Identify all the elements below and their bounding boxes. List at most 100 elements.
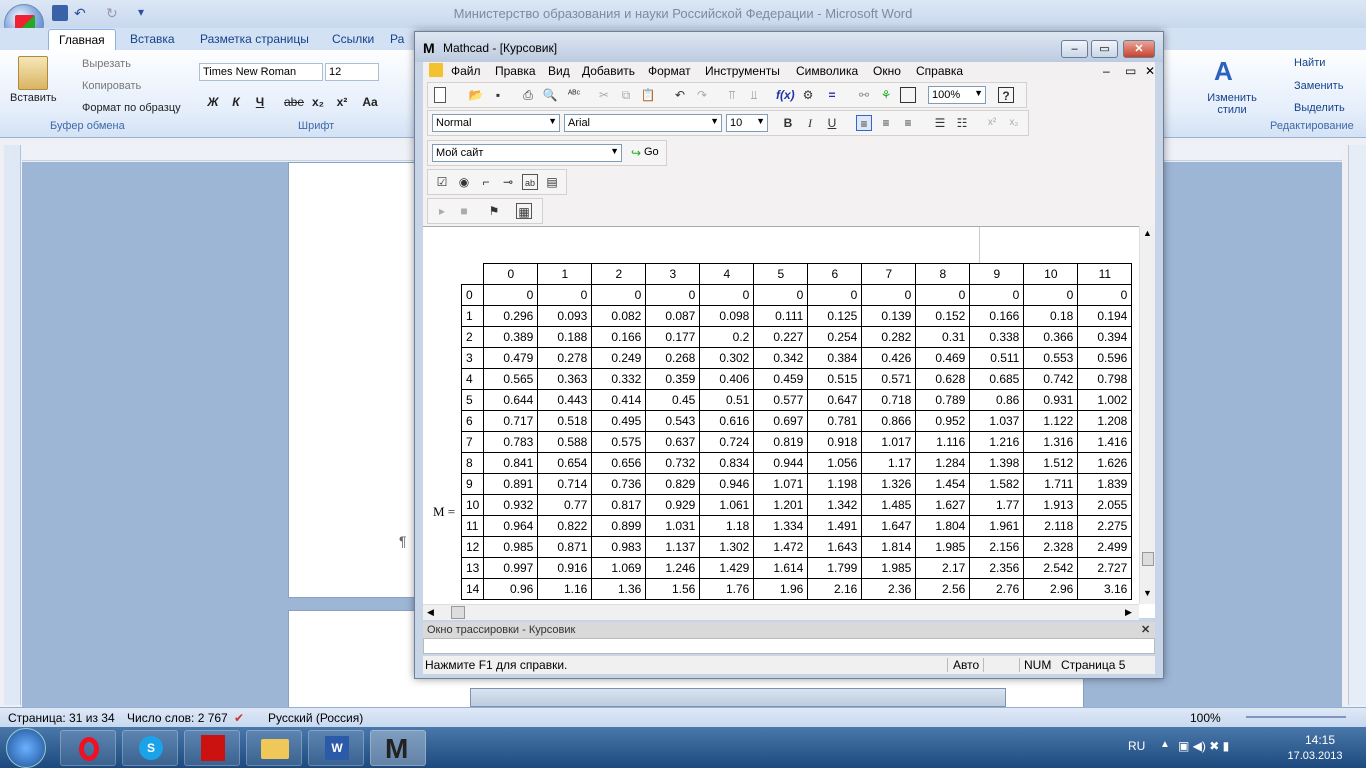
menu-window[interactable]: Окно bbox=[873, 64, 901, 78]
trace-close-icon[interactable]: ✕ bbox=[1141, 623, 1150, 636]
change-styles-button[interactable]: Изменить стили bbox=[1204, 92, 1260, 116]
help-icon[interactable]: ? bbox=[998, 87, 1014, 103]
align-left-icon[interactable]: ≡ bbox=[856, 115, 872, 131]
align-down-icon[interactable]: ⫫ bbox=[746, 87, 762, 103]
input-language[interactable]: RU bbox=[1128, 739, 1145, 753]
styles-icon[interactable]: A bbox=[1214, 56, 1248, 90]
zoom-select[interactable]: 100% ▼ bbox=[928, 86, 986, 104]
worksheet-vertical-scrollbar[interactable]: ▲ ▼ bbox=[1139, 226, 1155, 604]
word-taskbar-icon[interactable]: W bbox=[308, 730, 364, 766]
spellcheck-icon[interactable]: ᴬᴮᶜ bbox=[566, 87, 582, 103]
scroll-right-icon[interactable]: ▶ bbox=[1125, 607, 1132, 618]
page-count[interactable]: Страница: 31 из 34 bbox=[8, 711, 115, 725]
numbering-icon[interactable]: ☷ bbox=[954, 115, 970, 131]
play-icon[interactable]: ▸ bbox=[434, 203, 450, 219]
save-icon[interactable] bbox=[52, 5, 68, 21]
menu-format[interactable]: Формат bbox=[648, 64, 691, 78]
proofing-icon[interactable]: ✔ bbox=[234, 711, 244, 725]
find-button[interactable]: Найти bbox=[1294, 57, 1325, 69]
undo-icon[interactable]: ↶ bbox=[672, 87, 688, 103]
tab-home[interactable]: Главная bbox=[48, 29, 116, 50]
italic-icon[interactable]: I bbox=[802, 115, 818, 131]
insert-unit-icon[interactable]: ⚙ bbox=[800, 87, 816, 103]
calculate-icon[interactable]: = bbox=[824, 87, 840, 103]
document-page[interactable]: ¶ bbox=[288, 162, 416, 598]
explorer-icon[interactable] bbox=[246, 730, 302, 766]
trace-window-body[interactable] bbox=[423, 638, 1155, 654]
redo-icon[interactable]: ↷ bbox=[694, 87, 710, 103]
align-center-icon[interactable]: ≡ bbox=[878, 115, 894, 131]
undo-icon[interactable]: ↶ bbox=[74, 5, 90, 21]
stop-icon[interactable]: ■ bbox=[456, 203, 472, 219]
size-select[interactable]: 10 ▼ bbox=[726, 114, 768, 132]
paste-icon[interactable] bbox=[18, 56, 48, 90]
slider-icon[interactable]: ⊸ bbox=[500, 174, 516, 190]
font-select[interactable]: Arial ▼ bbox=[564, 114, 722, 132]
trace-window-icon[interactable]: ▦ bbox=[516, 203, 532, 219]
listbox-icon[interactable]: ▤ bbox=[544, 174, 560, 190]
italic-button[interactable]: К bbox=[226, 92, 246, 112]
superscript-icon[interactable]: x² bbox=[984, 115, 1000, 131]
tray-icons[interactable]: ▣ ◀) ✖ ▮ bbox=[1178, 739, 1248, 755]
language-indicator[interactable]: Русский (Россия) bbox=[268, 711, 363, 725]
menu-file[interactable]: Файл bbox=[451, 64, 481, 78]
replace-button[interactable]: Заменить bbox=[1294, 80, 1343, 92]
minimize-button[interactable]: – bbox=[1061, 40, 1088, 58]
tab-insert[interactable]: Вставка bbox=[120, 29, 185, 50]
resources-icon[interactable]: ⚯ bbox=[856, 87, 872, 103]
doc-restore-button[interactable]: ▭ bbox=[1125, 64, 1136, 78]
cut-icon[interactable]: ✂ bbox=[596, 87, 612, 103]
font-size-select[interactable]: 12 bbox=[325, 63, 379, 81]
push-button-icon[interactable]: ⌐ bbox=[478, 174, 494, 190]
underline-icon[interactable]: U bbox=[824, 115, 840, 131]
word-vertical-scrollbar[interactable] bbox=[1348, 145, 1366, 705]
bold-button[interactable]: Ж bbox=[203, 92, 223, 112]
clock-time[interactable]: 14:15 bbox=[1290, 733, 1350, 747]
scroll-left-icon[interactable]: ◀ bbox=[427, 607, 434, 618]
bold-icon[interactable]: B bbox=[780, 115, 796, 131]
scroll-down-icon[interactable]: ▼ bbox=[1143, 588, 1152, 598]
superscript-button[interactable]: x² bbox=[332, 92, 352, 112]
print-preview-icon[interactable]: 🔍 bbox=[542, 87, 558, 103]
mathcad-taskbar-icon[interactable]: M bbox=[370, 730, 426, 766]
scroll-up-icon[interactable]: ▲ bbox=[1143, 228, 1152, 238]
select-button[interactable]: Выделить bbox=[1294, 102, 1345, 114]
tab-mailings[interactable]: Ра bbox=[380, 29, 414, 50]
site-select[interactable]: Мой сайт ▼ bbox=[432, 144, 622, 162]
redo-icon[interactable]: ↻ bbox=[106, 5, 122, 21]
clock-date[interactable]: 17.03.2013 bbox=[1280, 750, 1350, 762]
go-arrow-icon[interactable]: ↪ bbox=[628, 145, 644, 161]
tray-expand-icon[interactable]: ▲ bbox=[1160, 739, 1170, 750]
textbox-icon[interactable]: ab bbox=[522, 174, 538, 190]
copy-icon[interactable]: ⧉ bbox=[618, 87, 634, 103]
tab-page-layout[interactable]: Разметка страницы bbox=[190, 29, 319, 50]
menu-symbolics[interactable]: Символика bbox=[796, 64, 858, 78]
format-painter-button[interactable]: Формат по образцу bbox=[82, 102, 181, 114]
underline-button[interactable]: Ч bbox=[250, 92, 270, 112]
doc-minimize-button[interactable]: – bbox=[1103, 64, 1110, 78]
mathcad-worksheet[interactable]: M = 0 1 2 3 4 5 6 7 8 9 10 11 0 0 0 0 0 0 0 0 0 0 0 0 0 1 0.296 0.0… bbox=[423, 226, 1155, 618]
hscroll-thumb[interactable] bbox=[451, 606, 465, 619]
close-button[interactable]: ✕ bbox=[1123, 40, 1155, 58]
opera-icon[interactable] bbox=[60, 730, 116, 766]
change-case-button[interactable]: Aa bbox=[358, 92, 382, 112]
paste-icon[interactable]: 📋 bbox=[640, 87, 656, 103]
checkbox-icon[interactable]: ☑ bbox=[434, 174, 450, 190]
matrix-result[interactable]: 0 1 2 3 4 5 6 7 8 9 10 11 0 0 0 0 0 0 0 0 0 0 0 0 0 1 0.296 0.093 0.… bbox=[460, 263, 1133, 600]
menu-view[interactable]: Вид bbox=[548, 64, 570, 78]
paste-button[interactable]: Вставить bbox=[10, 92, 57, 104]
acrobat-icon[interactable] bbox=[184, 730, 240, 766]
insert-function-icon[interactable]: f(x) bbox=[776, 87, 795, 103]
radio-icon[interactable]: ◉ bbox=[456, 174, 472, 190]
new-icon[interactable] bbox=[434, 87, 446, 103]
qat-customize-icon[interactable]: ▾ bbox=[138, 5, 154, 21]
menu-help[interactable]: Справка bbox=[916, 64, 963, 78]
maximize-button[interactable]: ▭ bbox=[1091, 40, 1118, 58]
word-count[interactable]: Число слов: 2 767 bbox=[127, 711, 228, 725]
bullets-icon[interactable]: ☰ bbox=[932, 115, 948, 131]
copy-button[interactable]: Копировать bbox=[82, 80, 141, 92]
zoom-slider[interactable] bbox=[1246, 716, 1346, 718]
vertical-ruler[interactable] bbox=[4, 145, 21, 705]
align-right-icon[interactable]: ≡ bbox=[900, 115, 916, 131]
tab-references[interactable]: Ссылки bbox=[322, 29, 384, 50]
